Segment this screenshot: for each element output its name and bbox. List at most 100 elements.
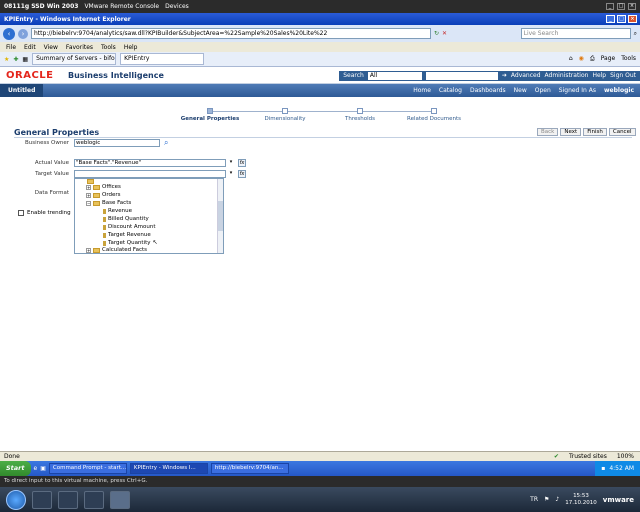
- finish-button[interactable]: Finish: [583, 128, 607, 136]
- nav-open[interactable]: Open: [535, 87, 551, 94]
- host-time: 15:53: [573, 492, 589, 499]
- menu-file[interactable]: File: [6, 44, 16, 51]
- minimize-icon[interactable]: _: [606, 3, 614, 10]
- back-button[interactable]: Back: [537, 128, 559, 136]
- ie-quicklaunch-icon[interactable]: e: [34, 465, 38, 472]
- mouse-cursor-icon: ↖: [152, 239, 158, 246]
- maximize-icon[interactable]: □: [617, 15, 626, 23]
- vm-title: 08111g SSD Win 2003: [4, 3, 79, 10]
- close-icon[interactable]: ×: [628, 15, 637, 23]
- cmd-quicklaunch-icon[interactable]: ▣: [40, 465, 46, 472]
- scroll-thumb[interactable]: [218, 201, 223, 231]
- go-arrow-icon[interactable]: ➜: [502, 72, 507, 79]
- search-icon[interactable]: ⌕: [164, 138, 168, 148]
- address-row: ‹ › http://biebelrv:9704/analytics/saw.d…: [0, 25, 640, 42]
- browser-menu-bar: File Edit View Favorites Tools Help: [0, 42, 640, 52]
- security-zone[interactable]: Trusted sites: [569, 453, 607, 460]
- back-arrow-icon[interactable]: ‹: [3, 27, 15, 40]
- chevron-down-icon[interactable]: ▾: [228, 160, 234, 166]
- task-browser-url[interactable]: http://biebelrv:9704/an...: [210, 463, 289, 474]
- print-icon[interactable]: ⎙: [590, 55, 595, 63]
- ie-taskbar-icon[interactable]: [32, 490, 52, 509]
- search-scope-select[interactable]: All: [367, 71, 422, 80]
- link-sign-out[interactable]: Sign Out: [610, 72, 636, 79]
- tools-menu[interactable]: Tools: [621, 55, 636, 63]
- search-icon[interactable]: ⌕: [634, 30, 637, 38]
- stop-icon[interactable]: ✕: [442, 30, 447, 37]
- flag-icon[interactable]: ⚑: [544, 496, 549, 503]
- formula-icon[interactable]: fx: [238, 170, 246, 178]
- media-taskbar-icon[interactable]: [84, 490, 104, 509]
- link-administration[interactable]: Administration: [545, 72, 589, 79]
- business-owner-input[interactable]: weblogic: [74, 139, 160, 147]
- windows-start-orb[interactable]: [6, 489, 26, 510]
- tree-row-orders[interactable]: + Orders: [86, 191, 121, 199]
- start-button[interactable]: Start: [0, 461, 31, 476]
- language-indicator[interactable]: TR: [530, 496, 538, 503]
- task-kpientry[interactable]: KPIEntry - Windows I...: [129, 463, 208, 474]
- nav-catalog[interactable]: Catalog: [439, 87, 462, 94]
- menu-favorites[interactable]: Favorites: [66, 44, 93, 51]
- tree-row-calculated-facts[interactable]: + Calculated Facts: [86, 246, 147, 253]
- nav-dashboards[interactable]: Dashboards: [470, 87, 506, 94]
- tab-kpientry[interactable]: KPIEntry: [120, 53, 205, 65]
- chevron-down-icon[interactable]: ▾: [228, 171, 234, 177]
- cancel-button[interactable]: Cancel: [608, 128, 636, 136]
- volume-icon[interactable]: ♪: [555, 496, 559, 503]
- expand-icon[interactable]: +: [86, 184, 91, 190]
- tree-row-discount-amount[interactable]: Discount Amount: [103, 223, 156, 231]
- actual-value-input[interactable]: "Base Facts"."Revenue": [74, 159, 226, 167]
- enable-trending-checkbox[interactable]: [18, 210, 24, 216]
- menu-view[interactable]: View: [44, 44, 58, 51]
- zoom-level[interactable]: 100%: [617, 453, 634, 460]
- next-button[interactable]: Next: [560, 128, 582, 136]
- train-step-thresholds[interactable]: Thresholds: [320, 108, 400, 122]
- maximize-icon[interactable]: □: [617, 3, 625, 10]
- nav-new[interactable]: New: [514, 87, 527, 94]
- forward-arrow-icon[interactable]: ›: [18, 28, 28, 39]
- refresh-icon[interactable]: ↻: [434, 30, 439, 37]
- address-input[interactable]: http://biebelrv:9704/analytics/saw.dll?K…: [31, 28, 431, 39]
- tree-scrollbar[interactable]: [217, 179, 223, 253]
- formula-icon[interactable]: fx: [238, 159, 246, 167]
- minimize-icon[interactable]: _: [606, 15, 615, 23]
- vm-menu-console[interactable]: VMware Remote Console: [84, 3, 159, 10]
- menu-tools[interactable]: Tools: [101, 44, 116, 51]
- tab-untitled[interactable]: Untitled: [0, 84, 44, 97]
- expand-icon[interactable]: +: [86, 247, 91, 253]
- network-icon[interactable]: ▪: [601, 465, 605, 472]
- favorites-star-icon[interactable]: ★: [4, 56, 9, 63]
- search-input[interactable]: Live Search: [520, 28, 631, 39]
- tree-row-revenue[interactable]: Revenue: [103, 207, 132, 215]
- nav-home[interactable]: Home: [413, 87, 431, 94]
- target-value-input[interactable]: [74, 170, 226, 178]
- train-step-general[interactable]: General Properties: [170, 108, 250, 122]
- tree-row-target-revenue[interactable]: Target Revenue: [103, 231, 151, 239]
- column-icon: [103, 224, 106, 230]
- home-icon[interactable]: ⌂: [569, 55, 573, 63]
- train-step-related-documents[interactable]: Related Documents: [394, 108, 474, 122]
- tab-summary-servers[interactable]: Summary of Servers - bifoun...: [32, 53, 117, 65]
- link-advanced[interactable]: Advanced: [511, 72, 541, 79]
- page-menu[interactable]: Page: [601, 55, 616, 63]
- folder-taskbar-icon[interactable]: [58, 490, 78, 509]
- tree-row-base-facts[interactable]: − Base Facts: [86, 199, 131, 207]
- obi-search-input[interactable]: [425, 71, 498, 80]
- menu-help[interactable]: Help: [124, 44, 138, 51]
- host-clock[interactable]: 15:53 17.10.2010: [565, 493, 597, 507]
- train-step-dimensionality[interactable]: Dimensionality: [245, 108, 325, 122]
- tree-row-billed-quantity[interactable]: Billed Quantity: [103, 215, 149, 223]
- collapse-icon[interactable]: −: [86, 200, 91, 206]
- menu-edit[interactable]: Edit: [24, 44, 36, 51]
- link-help[interactable]: Help: [592, 72, 606, 79]
- expand-icon[interactable]: +: [86, 192, 91, 198]
- signed-in-user[interactable]: weblogic: [604, 87, 634, 94]
- vm-menu-devices[interactable]: Devices: [165, 3, 189, 10]
- tab-list-icon[interactable]: ▦: [22, 56, 28, 63]
- task-command-prompt[interactable]: Command Prompt - start...: [48, 463, 127, 474]
- tree-row-offices[interactable]: + Offices: [86, 183, 121, 191]
- vmware-taskbar-icon[interactable]: [110, 490, 130, 509]
- feeds-icon[interactable]: ◉: [579, 55, 584, 63]
- add-favorite-icon[interactable]: ✚: [13, 56, 18, 63]
- close-icon[interactable]: ×: [628, 3, 636, 10]
